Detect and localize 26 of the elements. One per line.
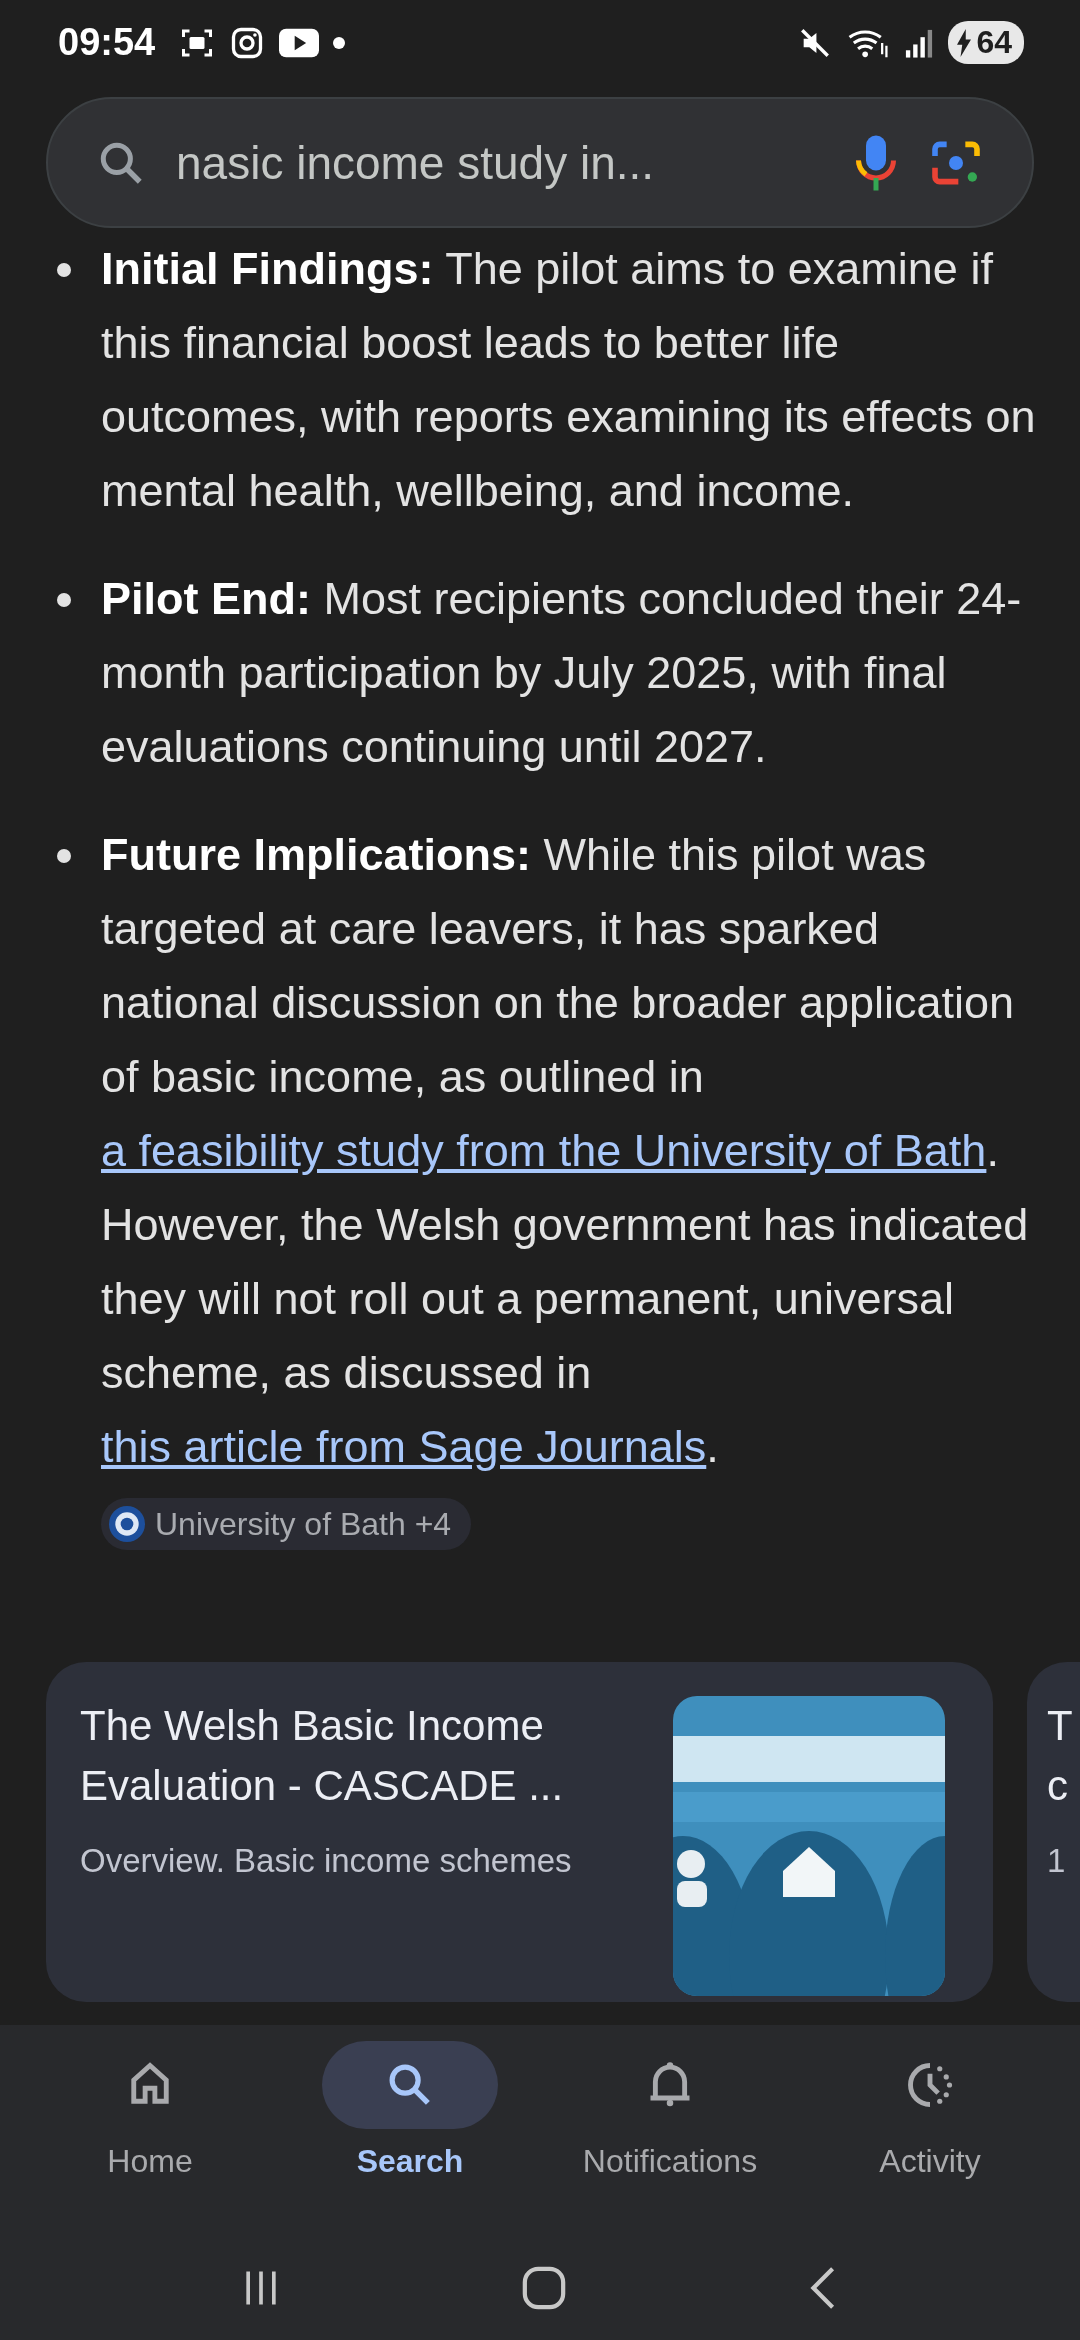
text-link[interactable]: this article from Sage Journals xyxy=(101,1421,707,1472)
source-chip[interactable]: University of Bath +4 xyxy=(101,1498,472,1551)
home-button-icon[interactable] xyxy=(521,2264,567,2311)
result-card[interactable]: The Welsh Basic Income Evaluation - CASCADE ... Overview. Basic income schemes xyxy=(46,1662,993,2002)
dot-icon xyxy=(333,36,346,49)
nav-tab[interactable]: Search xyxy=(290,2035,530,2235)
nav-tab[interactable]: Activity xyxy=(810,2035,1050,2235)
card-title: The Welsh Basic Income Evaluation - CASCADE ... xyxy=(80,1701,565,1811)
nav-tab[interactable]: Notifications xyxy=(550,2035,790,2235)
nav-tab[interactable]: Home xyxy=(30,2035,270,2235)
card-title: T c xyxy=(1047,1701,1073,1811)
bullet-dot xyxy=(57,849,71,863)
card-snippet: 1 xyxy=(1047,1842,1067,1880)
bullet-dot xyxy=(57,263,71,277)
card-snippet: Overview. Basic income schemes xyxy=(80,1842,573,1880)
play-icon xyxy=(279,27,320,58)
search-field[interactable]: nasic income study in... xyxy=(46,97,1034,228)
result-card[interactable]: T c 1 xyxy=(1027,1662,1080,2002)
seal-icon xyxy=(109,1506,145,1543)
battery-indicator: 64 xyxy=(948,21,1024,64)
status-time: 09:54 xyxy=(58,21,156,64)
bullet-text: Future Implications: While this pilot was targeted at care leavers, it has sparked national discussion on the broader application of basic income, as outlined in a feasibility study from the University of Bath. However, the Welsh government has indicated they will not roll out a permanent, universal scheme, as discussed in this article from Sage Journals. University of Bath +4 xyxy=(101,818,1040,1558)
text-link[interactable]: a feasibility study from the University of Bath xyxy=(101,1125,987,1176)
bullet-dot xyxy=(57,593,71,607)
bullet-text: Pilot End: Most recipients concluded their 24-month participation by July 2025, with final evaluations continuing until 2027. xyxy=(101,572,1023,774)
bullet-text: Initial Findings: The pilot aims to examine if this financial boost leads to better life outcomes, with reports examining its effects on mental health, wellbeing, and income. xyxy=(101,242,1037,518)
